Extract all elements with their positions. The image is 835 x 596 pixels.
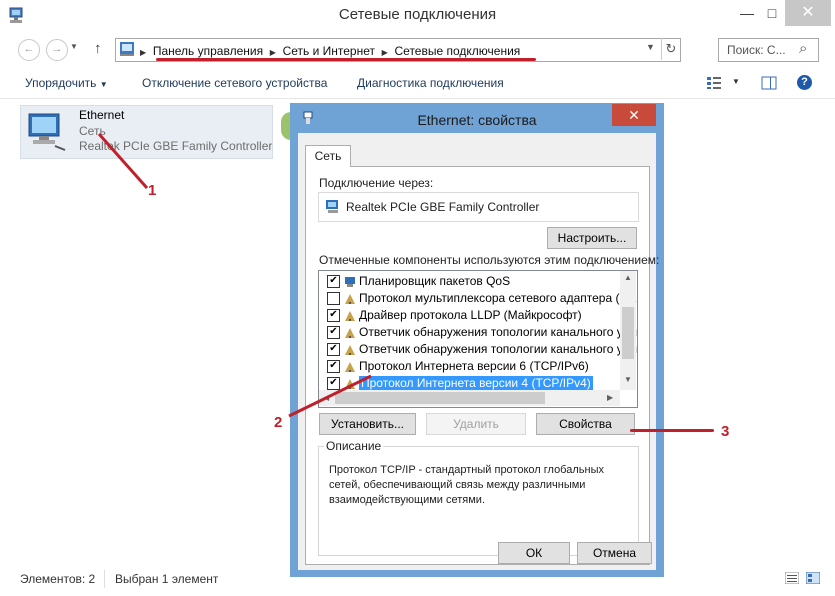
view-options-chevron-icon[interactable]: ▼	[732, 77, 740, 86]
dialog-close-button[interactable]: ✕	[612, 104, 656, 126]
scroll-down-icon[interactable]: ▼	[620, 375, 636, 384]
command-bar: Упорядочить ▼ Отключение сетевого устрой…	[0, 68, 835, 99]
change-view-icon[interactable]	[706, 76, 722, 93]
vertical-scrollbar[interactable]: ▲ ▼	[620, 271, 636, 390]
component-checkbox[interactable]: ✔	[327, 309, 340, 323]
address-dropdown-icon[interactable]: ▼	[646, 42, 655, 52]
tab-panel: Подключение через: Realtek PCIe GBE Fami…	[305, 166, 659, 565]
properties-dialog: Ethernet: свойства ✕ Сеть Подключение че…	[290, 103, 664, 577]
component-checkbox[interactable]	[327, 292, 340, 306]
breadcrumb-separator-icon[interactable]: ▶	[270, 48, 276, 57]
organize-menu[interactable]: Упорядочить ▼	[25, 76, 108, 90]
component-label: Протокол Интернета версии 4 (TCP/IPv4)	[359, 376, 593, 390]
component-label: Протокол мультиплексора сетевого адаптер…	[359, 291, 638, 305]
disable-device-button[interactable]: Отключение сетевого устройства	[142, 76, 327, 90]
protocol-icon	[344, 293, 356, 305]
breadcrumb-network-internet[interactable]: Сеть и Интернет	[283, 44, 375, 58]
tab-network[interactable]: Сеть	[305, 145, 351, 167]
cancel-button[interactable]: Отмена	[577, 542, 652, 564]
component-checkbox[interactable]: ✔	[327, 343, 340, 357]
annotation-label-1: 1	[148, 182, 157, 199]
component-label: Планировщик пакетов QoS	[359, 274, 511, 288]
preview-pane-icon[interactable]	[761, 76, 777, 93]
search-placeholder: Поиск: С...	[727, 43, 786, 57]
adapter-name: Realtek PCIe GBE Family Controller	[346, 200, 540, 214]
scroll-right-icon[interactable]: ▶	[607, 393, 613, 402]
component-row[interactable]: ✔ Драйвер протокола LLDP (Майкрософт)	[327, 307, 582, 324]
up-button[interactable]: ↑	[94, 40, 102, 57]
control-panel-icon	[119, 41, 135, 60]
connect-via-label: Подключение через:	[319, 176, 434, 190]
dialog-title: Ethernet: свойства	[417, 112, 537, 128]
description-label: Описание	[324, 439, 384, 453]
protocol-icon	[344, 310, 356, 322]
breadcrumb-separator-icon[interactable]: ▶	[382, 48, 388, 57]
component-label: Ответчик обнаружения топологии канальног…	[359, 325, 638, 339]
component-row[interactable]: ✔ Планировщик пакетов QoS	[327, 273, 510, 290]
uninstall-button[interactable]: Удалить	[426, 413, 526, 435]
annotation-arrow-3	[630, 429, 714, 432]
component-label: Драйвер протокола LLDP (Майкрософт)	[359, 308, 582, 322]
recent-locations-chevron-icon[interactable]: ▼	[70, 42, 78, 51]
properties-button[interactable]: Свойства	[536, 413, 635, 435]
search-input[interactable]: Поиск: С... ⌕	[718, 38, 819, 62]
adapter-field: Realtek PCIe GBE Family Controller	[318, 192, 639, 222]
component-label: Протокол Интернета версии 6 (TCP/IPv6)	[359, 359, 589, 373]
annotation-label-3: 3	[721, 423, 730, 440]
item-count: Элементов: 2	[20, 572, 96, 586]
status-divider	[104, 570, 105, 588]
selection-count: Выбран 1 элемент	[115, 572, 219, 586]
component-label: Ответчик обнаружения топологии канальног…	[359, 342, 638, 356]
adapter-icon	[325, 199, 341, 218]
breadcrumb-control-panel[interactable]: Панель управления	[153, 44, 263, 58]
annotation-arrow-1	[97, 133, 149, 189]
component-row[interactable]: ✔ Ответчик обнаружения топологии канально…	[327, 324, 638, 341]
annotation-underline	[156, 58, 536, 61]
components-label: Отмеченные компоненты используются этим …	[319, 253, 660, 267]
configure-button[interactable]: Настроить...	[547, 227, 637, 249]
maximize-button[interactable]: □	[755, 0, 789, 26]
component-row[interactable]: ✔ Ответчик обнаружения топологии канально…	[327, 341, 638, 358]
tiles-view-icon[interactable]	[805, 571, 821, 587]
description-group: Описание Протокол TCP/IP - стандартный п…	[318, 439, 639, 556]
network-adapter-icon	[25, 110, 69, 157]
organize-label: Упорядочить	[25, 76, 97, 90]
component-checkbox[interactable]: ✔	[327, 275, 340, 289]
forward-button[interactable]: →	[46, 39, 68, 61]
protocol-icon	[344, 344, 356, 356]
component-row[interactable]: Протокол мультиплексора сетевого адаптер…	[327, 290, 638, 307]
refresh-icon[interactable]: ↻	[661, 38, 680, 60]
breadcrumb-separator-icon[interactable]: ▶	[140, 48, 146, 57]
annotation-label-2: 2	[274, 414, 283, 431]
annotation-arrow-2	[288, 374, 372, 418]
scroll-up-icon[interactable]: ▲	[620, 273, 636, 282]
ok-button[interactable]: ОК	[498, 542, 570, 564]
protocol-icon	[344, 327, 356, 339]
scrollbar-thumb[interactable]	[622, 307, 634, 359]
qos-scheduler-icon	[344, 276, 356, 288]
connection-name: Ethernet	[79, 108, 125, 122]
dialog-body: Сеть Подключение через: Realtek PCIe GBE…	[298, 133, 659, 570]
search-icon[interactable]: ⌕	[799, 40, 807, 57]
back-button[interactable]: ←	[18, 39, 40, 61]
diagnose-connection-button[interactable]: Диагностика подключения	[357, 76, 504, 90]
window-title: Сетевые подключения	[338, 6, 497, 23]
close-button[interactable]: ✕	[785, 0, 831, 26]
details-view-icon[interactable]	[784, 571, 800, 587]
component-checkbox[interactable]: ✔	[327, 326, 340, 340]
help-icon[interactable]: ?	[797, 75, 812, 90]
chevron-down-icon: ▼	[99, 80, 108, 89]
title-bar: Сетевые подключения — □ ✕	[0, 0, 835, 32]
breadcrumb-network-connections[interactable]: Сетевые подключения	[395, 44, 521, 58]
description-text: Протокол TCP/IP - стандартный протокол г…	[329, 464, 604, 506]
